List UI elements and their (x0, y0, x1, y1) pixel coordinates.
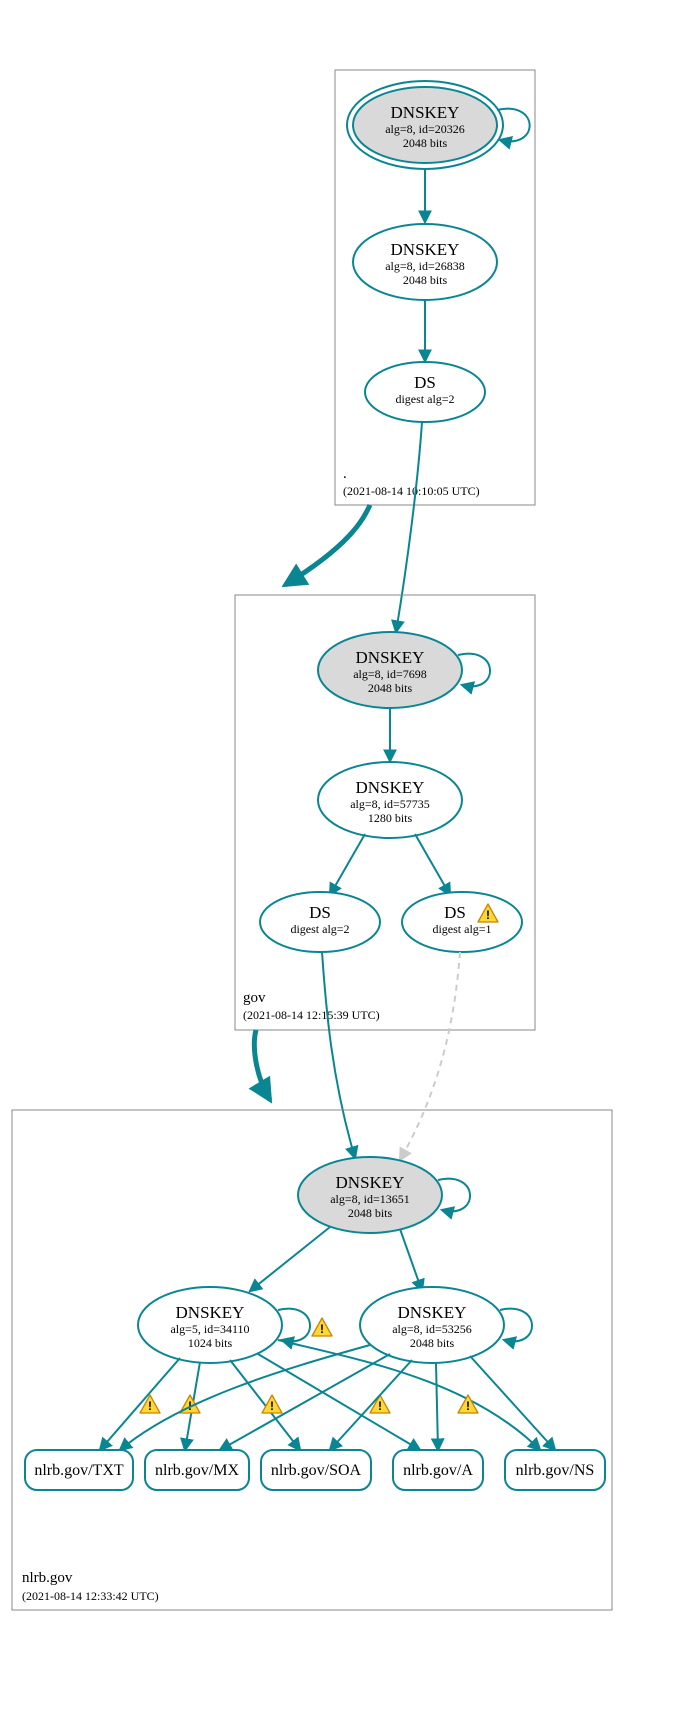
node-gov-ds1: DS digest alg=1 ! (402, 892, 522, 952)
zone-root-label: . (343, 466, 347, 482)
svg-text:nlrb.gov/NS: nlrb.gov/NS (516, 1462, 595, 1479)
node-gov-ksk: DNSKEY alg=8, id=7698 2048 bits (318, 632, 490, 708)
svg-text:DS: DS (309, 903, 331, 922)
warning-icon: ! (458, 1395, 478, 1413)
svg-text:DNSKEY: DNSKEY (356, 778, 425, 797)
svg-text:alg=8, id=20326: alg=8, id=20326 (385, 122, 465, 136)
zone-gov-ts: (2021-08-14 12:15:39 UTC) (243, 1008, 380, 1022)
svg-text:alg=8, id=53256: alg=8, id=53256 (392, 1322, 472, 1336)
svg-text:DNSKEY: DNSKEY (391, 103, 460, 122)
delegation-edge (254, 1030, 270, 1100)
svg-text:alg=8, id=57735: alg=8, id=57735 (350, 797, 430, 811)
svg-text:nlrb.gov/TXT: nlrb.gov/TXT (34, 1462, 124, 1479)
delegation-edge (285, 505, 370, 585)
svg-text:!: ! (270, 1399, 274, 1413)
svg-text:2048 bits: 2048 bits (348, 1206, 393, 1220)
warning-icon: ! (140, 1395, 160, 1413)
svg-text:DNSKEY: DNSKEY (176, 1303, 245, 1322)
svg-text:2048 bits: 2048 bits (403, 273, 448, 287)
edge (220, 1354, 390, 1450)
edge (470, 1356, 555, 1450)
zone-gov: gov (2021-08-14 12:15:39 UTC) DNSKEY alg… (235, 595, 535, 1030)
edge (436, 1363, 438, 1450)
zone-nlrb-label: nlrb.gov (22, 1570, 73, 1586)
svg-text:!: ! (466, 1399, 470, 1413)
svg-text:!: ! (148, 1399, 152, 1413)
warning-icon: ! (312, 1318, 332, 1336)
zone-root: . (2021-08-14 10:10:05 UTC) DNSKEY alg=8… (335, 70, 535, 505)
node-nlrb-ksk: DNSKEY alg=8, id=13651 2048 bits (298, 1157, 470, 1233)
edge (250, 1227, 330, 1291)
rr-mx: nlrb.gov/MX (145, 1450, 249, 1490)
node-nlrb-zsk-b: DNSKEY alg=8, id=53256 2048 bits (360, 1287, 532, 1363)
svg-text:DS: DS (444, 903, 466, 922)
edge-dashed (400, 952, 460, 1160)
zone-root-ts: (2021-08-14 10:10:05 UTC) (343, 484, 480, 498)
svg-text:digest alg=2: digest alg=2 (395, 392, 454, 406)
svg-text:digest alg=2: digest alg=2 (290, 922, 349, 936)
svg-text:alg=8, id=26838: alg=8, id=26838 (385, 259, 465, 273)
svg-text:1280 bits: 1280 bits (368, 811, 413, 825)
edge (415, 834, 450, 895)
dnssec-diagram: . (2021-08-14 10:10:05 UTC) DNSKEY alg=8… (0, 0, 691, 1711)
svg-text:!: ! (320, 1322, 324, 1336)
svg-text:2048 bits: 2048 bits (368, 681, 413, 695)
node-root-ksk: DNSKEY alg=8, id=20326 2048 bits (347, 81, 530, 169)
node-nlrb-zsk-a: DNSKEY alg=5, id=34110 1024 bits ! (138, 1287, 332, 1363)
edge (396, 422, 422, 632)
svg-text:1024 bits: 1024 bits (188, 1336, 233, 1350)
svg-text:DNSKEY: DNSKEY (398, 1303, 467, 1322)
svg-text:alg=8, id=13651: alg=8, id=13651 (330, 1192, 410, 1206)
node-root-ds: DS digest alg=2 (365, 362, 485, 422)
svg-text:2048 bits: 2048 bits (410, 1336, 455, 1350)
svg-text:DS: DS (414, 373, 436, 392)
svg-text:alg=5, id=34110: alg=5, id=34110 (170, 1322, 249, 1336)
self-loop (497, 109, 530, 142)
rr-txt: nlrb.gov/TXT (25, 1450, 133, 1490)
zone-gov-label: gov (243, 990, 266, 1006)
node-gov-zsk: DNSKEY alg=8, id=57735 1280 bits (318, 762, 462, 838)
svg-text:!: ! (486, 908, 490, 922)
svg-text:nlrb.gov/A: nlrb.gov/A (403, 1462, 473, 1479)
svg-text:DNSKEY: DNSKEY (336, 1173, 405, 1192)
svg-text:nlrb.gov/SOA: nlrb.gov/SOA (271, 1462, 362, 1479)
svg-text:nlrb.gov/MX: nlrb.gov/MX (155, 1462, 239, 1479)
svg-text:!: ! (378, 1399, 382, 1413)
svg-text:DNSKEY: DNSKEY (356, 648, 425, 667)
edge (258, 1354, 420, 1450)
rr-soa: nlrb.gov/SOA (261, 1450, 371, 1490)
svg-text:DNSKEY: DNSKEY (391, 240, 460, 259)
node-root-zsk: DNSKEY alg=8, id=26838 2048 bits (353, 224, 497, 300)
node-gov-ds2: DS digest alg=2 (260, 892, 380, 952)
rr-ns: nlrb.gov/NS (505, 1450, 605, 1490)
edge (330, 834, 365, 895)
svg-text:digest alg=1: digest alg=1 (432, 922, 491, 936)
edge (322, 952, 355, 1158)
edge (400, 1229, 422, 1291)
svg-text:2048 bits: 2048 bits (403, 136, 448, 150)
rr-a: nlrb.gov/A (393, 1450, 483, 1490)
zone-nlrb: nlrb.gov (2021-08-14 12:33:42 UTC) DNSKE… (12, 1110, 612, 1610)
zone-nlrb-ts: (2021-08-14 12:33:42 UTC) (22, 1589, 159, 1603)
svg-text:alg=8, id=7698: alg=8, id=7698 (353, 667, 427, 681)
